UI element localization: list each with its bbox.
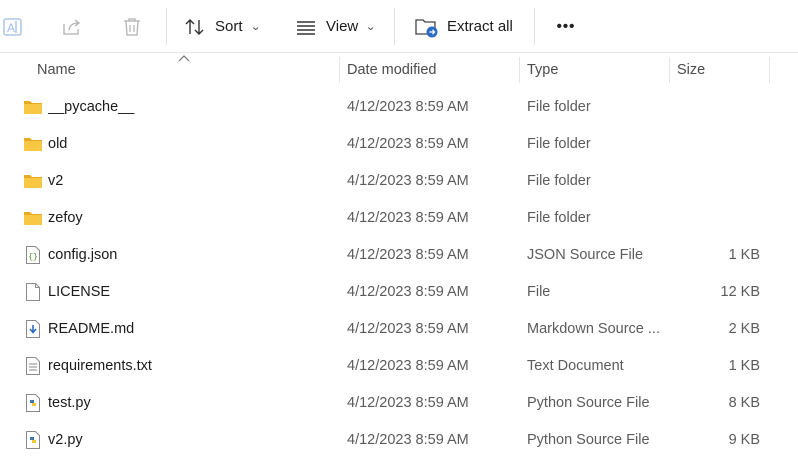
markdown-file-icon bbox=[22, 310, 44, 347]
file-type: File folder bbox=[527, 135, 591, 152]
file-size: 1 KB bbox=[728, 357, 760, 374]
file-name: zefoy bbox=[48, 209, 83, 226]
folder-icon bbox=[22, 88, 44, 125]
more-options-button[interactable]: ••• bbox=[548, 9, 584, 44]
sort-button[interactable]: Sort ⌄ bbox=[184, 9, 268, 44]
file-date: 4/12/2023 8:59 AM bbox=[347, 283, 469, 300]
file-type: File folder bbox=[527, 172, 591, 189]
file-size: 2 KB bbox=[728, 320, 760, 337]
file-date: 4/12/2023 8:59 AM bbox=[347, 209, 469, 226]
python-file-icon bbox=[22, 384, 44, 421]
extract-all-label: Extract all bbox=[447, 18, 513, 35]
toolbar-separator bbox=[166, 8, 167, 45]
svg-text:{}: {} bbox=[28, 253, 38, 262]
folder-icon bbox=[22, 199, 44, 236]
file-type: Python Source File bbox=[527, 431, 650, 448]
text-file-icon bbox=[22, 347, 44, 384]
file-row[interactable]: {} config.json 4/12/2023 8:59 AM JSON So… bbox=[0, 236, 798, 273]
file-row[interactable]: old 4/12/2023 8:59 AM File folder bbox=[0, 125, 798, 162]
file-date: 4/12/2023 8:59 AM bbox=[347, 135, 469, 152]
file-type: File bbox=[527, 283, 551, 300]
column-divider[interactable] bbox=[339, 57, 340, 83]
file-date: 4/12/2023 8:59 AM bbox=[347, 320, 469, 337]
file-row[interactable]: test.py 4/12/2023 8:59 AM Python Source … bbox=[0, 384, 798, 421]
file-type: JSON Source File bbox=[527, 246, 644, 263]
rename-button[interactable]: A bbox=[0, 9, 31, 44]
extract-folder-icon bbox=[415, 18, 438, 37]
toolbar-separator bbox=[534, 8, 535, 45]
file-name: v2 bbox=[48, 172, 64, 189]
column-divider[interactable] bbox=[769, 57, 770, 83]
file-date: 4/12/2023 8:59 AM bbox=[347, 357, 469, 374]
view-button[interactable]: View ⌄ bbox=[295, 9, 383, 44]
file-size: 8 KB bbox=[728, 394, 760, 411]
view-label: View bbox=[326, 18, 359, 35]
file-name: LICENSE bbox=[48, 283, 111, 300]
file-row[interactable]: README.md 4/12/2023 8:59 AM Markdown Sou… bbox=[0, 310, 798, 347]
file-name: __pycache__ bbox=[48, 98, 135, 115]
file-type: File folder bbox=[527, 209, 591, 226]
share-icon bbox=[63, 18, 81, 35]
file-size: 9 KB bbox=[728, 431, 760, 448]
file-type: File folder bbox=[527, 98, 591, 115]
python-file-icon bbox=[22, 421, 44, 458]
chevron-down-icon: ⌄ bbox=[365, 21, 377, 33]
view-list-icon bbox=[297, 20, 315, 35]
blank-file-icon bbox=[22, 273, 44, 310]
file-size bbox=[672, 162, 760, 199]
file-name: v2.py bbox=[48, 431, 83, 448]
file-name: test.py bbox=[48, 394, 91, 411]
file-size bbox=[672, 125, 760, 162]
file-row[interactable]: zefoy 4/12/2023 8:59 AM File folder bbox=[0, 199, 798, 236]
column-size[interactable]: Size bbox=[677, 53, 767, 86]
file-row[interactable]: __pycache__ 4/12/2023 8:59 AM File folde… bbox=[0, 88, 798, 125]
file-size bbox=[672, 88, 760, 125]
file-date: 4/12/2023 8:59 AM bbox=[347, 246, 469, 263]
file-size: 1 KB bbox=[728, 246, 760, 263]
file-date: 4/12/2023 8:59 AM bbox=[347, 394, 469, 411]
file-row[interactable]: v2 4/12/2023 8:59 AM File folder bbox=[0, 162, 798, 199]
file-date: 4/12/2023 8:59 AM bbox=[347, 98, 469, 115]
file-type: Python Source File bbox=[527, 394, 650, 411]
file-type: Markdown Source ... bbox=[527, 320, 660, 337]
file-name: config.json bbox=[48, 246, 118, 263]
folder-icon bbox=[22, 162, 44, 199]
trash-icon bbox=[124, 17, 140, 36]
column-divider[interactable] bbox=[519, 57, 520, 83]
json-file-icon: {} bbox=[22, 236, 44, 273]
toolbar-separator bbox=[394, 8, 395, 45]
file-date: 4/12/2023 8:59 AM bbox=[347, 431, 469, 448]
file-date: 4/12/2023 8:59 AM bbox=[347, 172, 469, 189]
column-header: Name Date modified Type Size bbox=[0, 53, 798, 86]
column-name[interactable]: Name bbox=[37, 53, 337, 86]
delete-button[interactable] bbox=[114, 9, 150, 44]
column-divider[interactable] bbox=[669, 57, 670, 83]
column-date-modified[interactable]: Date modified bbox=[347, 53, 517, 86]
file-row[interactable]: v2.py 4/12/2023 8:59 AM Python Source Fi… bbox=[0, 421, 798, 458]
file-type: Text Document bbox=[527, 357, 624, 374]
file-name: requirements.txt bbox=[48, 357, 152, 374]
file-row[interactable]: LICENSE 4/12/2023 8:59 AM File 12 KB bbox=[0, 273, 798, 310]
more-options-label: ••• bbox=[556, 18, 576, 35]
file-size bbox=[672, 199, 760, 236]
file-name: old bbox=[48, 135, 68, 152]
sort-icon bbox=[185, 18, 204, 35]
extract-all-button[interactable]: Extract all bbox=[415, 9, 519, 44]
svg-text:A: A bbox=[7, 21, 15, 35]
file-list: __pycache__ 4/12/2023 8:59 AM File folde… bbox=[0, 88, 798, 458]
file-size: 12 KB bbox=[720, 283, 761, 300]
rename-icon: A bbox=[3, 17, 22, 36]
share-button[interactable] bbox=[54, 9, 90, 44]
column-type[interactable]: Type bbox=[527, 53, 665, 86]
sort-label: Sort bbox=[215, 18, 243, 35]
file-row[interactable]: requirements.txt 4/12/2023 8:59 AM Text … bbox=[0, 347, 798, 384]
file-name: README.md bbox=[48, 320, 135, 337]
chevron-down-icon: ⌄ bbox=[249, 21, 261, 33]
folder-icon bbox=[22, 125, 44, 162]
command-bar: A Sort ⌄ View ⌄ Extract all ••• bbox=[0, 0, 798, 53]
